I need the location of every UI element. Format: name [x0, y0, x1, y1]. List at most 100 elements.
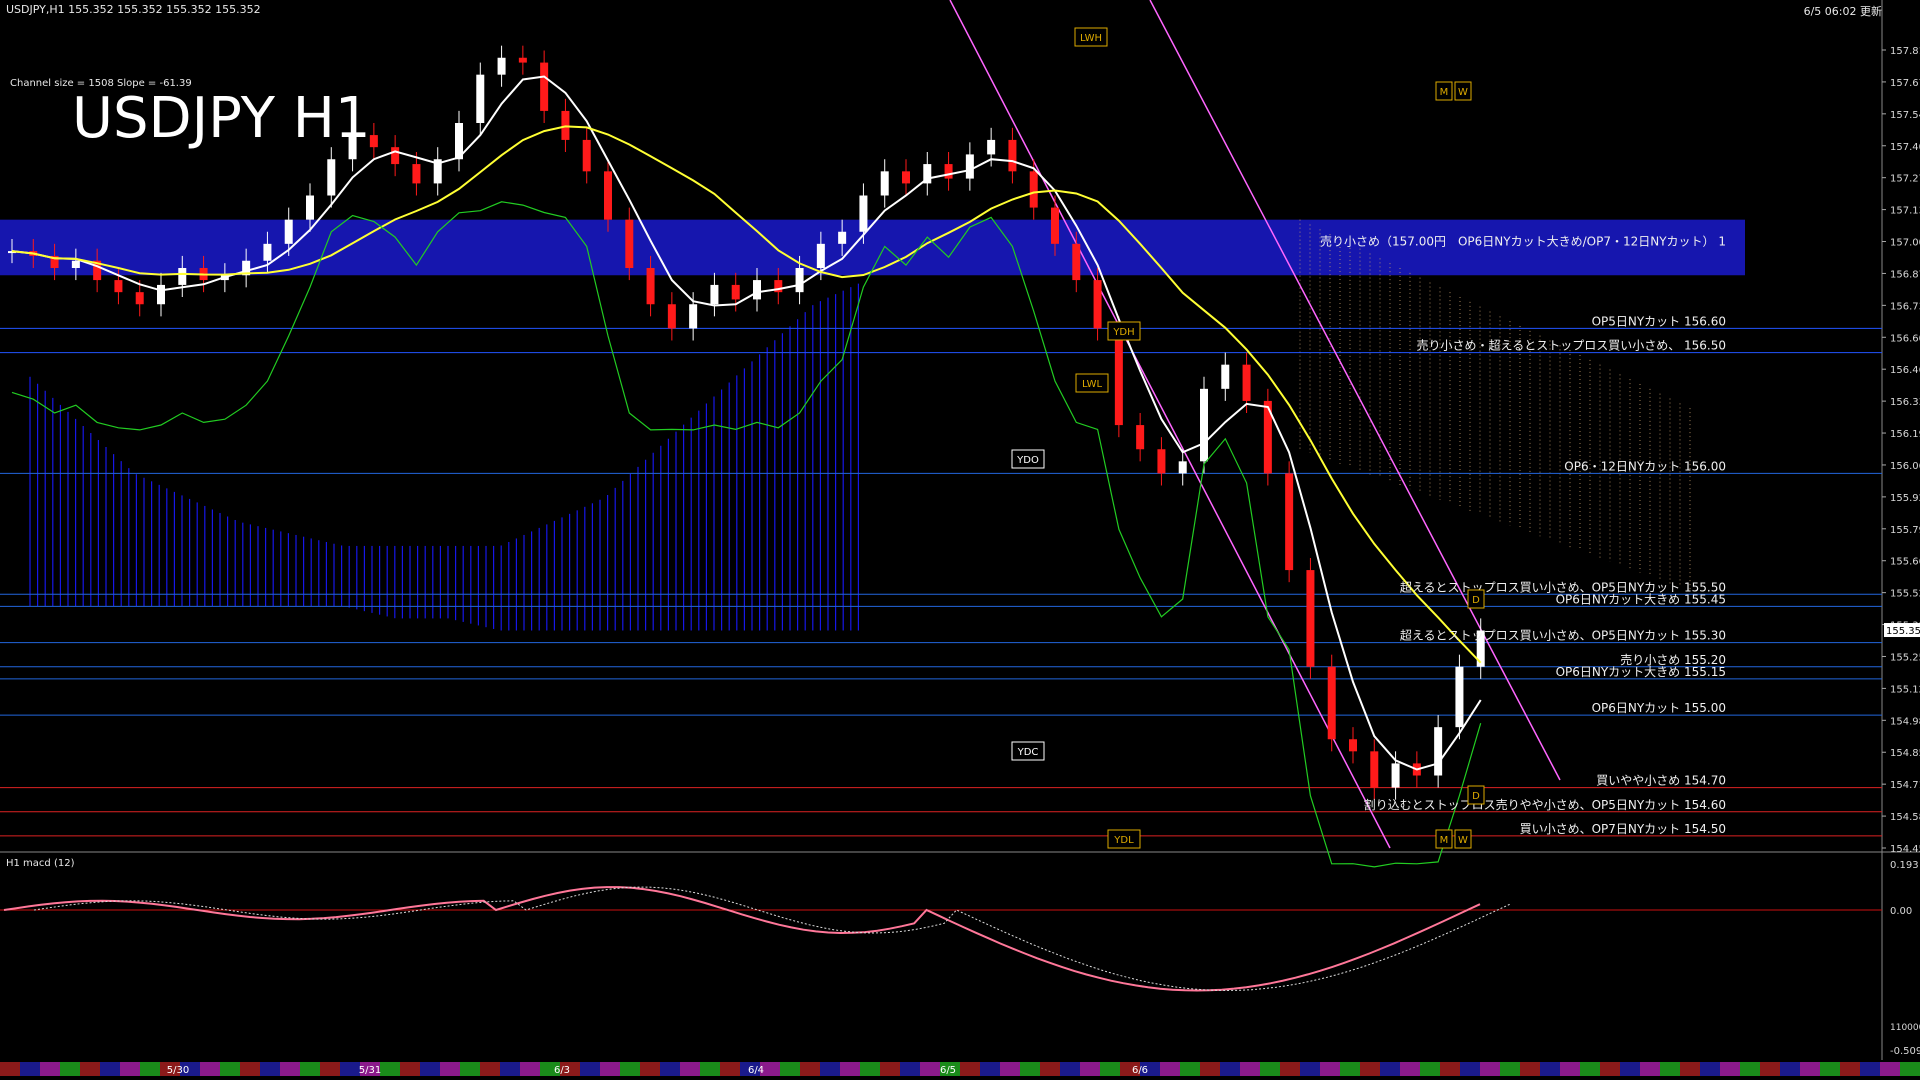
- box-label-text: YDL: [1113, 835, 1134, 846]
- y-tick-label: 157.000: [1890, 238, 1920, 249]
- candle-body: [1285, 473, 1294, 571]
- y-tick-label: 156.060: [1890, 461, 1920, 472]
- candle-body: [391, 147, 400, 165]
- level-note: 買いやや小さめ 154.70: [1596, 774, 1726, 788]
- session-strip: [1320, 1062, 1340, 1076]
- candle-body: [1221, 364, 1230, 389]
- box-label-text: M: [1440, 87, 1449, 98]
- session-strip: [780, 1062, 800, 1076]
- y-tick-label: 156.735: [1890, 301, 1920, 312]
- session-strip: [880, 1062, 900, 1076]
- y-tick-label: 154.715: [1890, 780, 1920, 791]
- session-strip: [500, 1062, 520, 1076]
- session-strip: [420, 1062, 440, 1076]
- candle-body: [731, 284, 740, 300]
- box-label-text: D: [1472, 595, 1480, 606]
- session-strip: [220, 1062, 240, 1076]
- session-strip: [680, 1062, 700, 1076]
- session-strip: [1580, 1062, 1600, 1076]
- level-note: 割り込むとストップロス売りやや小さめ、OP5日NYカット 154.60: [1364, 797, 1726, 812]
- session-strip: [200, 1062, 220, 1076]
- candle-body: [476, 74, 485, 123]
- level-note: OP5日NYカット 156.60: [1592, 314, 1726, 328]
- candle-body: [114, 280, 123, 293]
- candle-body: [1370, 751, 1379, 788]
- session-strip: [120, 1062, 140, 1076]
- candle-body: [859, 195, 868, 232]
- session-strip: [440, 1062, 460, 1076]
- box-label-text: M: [1440, 835, 1449, 846]
- box-label-text: YDH: [1112, 327, 1134, 338]
- session-strip: [1400, 1062, 1420, 1076]
- session-strip: [920, 1062, 940, 1076]
- session-strip: [1180, 1062, 1200, 1076]
- session-strip: [860, 1062, 880, 1076]
- symbol-header: USDJPY,H1 155.352 155.352 155.352 155.35…: [6, 3, 261, 16]
- candle-body: [1327, 666, 1336, 740]
- session-strip: [660, 1062, 680, 1076]
- level-note: OP6日NYカット大きめ 155.45: [1556, 592, 1726, 606]
- macd-axis-label: 0.00: [1890, 906, 1912, 917]
- session-strip: [1620, 1062, 1640, 1076]
- candle-body: [604, 171, 612, 220]
- y-tick-label: 156.465: [1890, 365, 1920, 376]
- session-strip: [960, 1062, 980, 1076]
- box-label-text: W: [1458, 87, 1468, 98]
- session-strip: [400, 1062, 420, 1076]
- candle-body: [135, 292, 144, 305]
- candle-body: [284, 219, 293, 244]
- session-strip: [1780, 1062, 1800, 1076]
- level-note: 売り小さめ（157.00円 OP6日NYカット大きめ/OP7・12日NYカット）…: [1320, 234, 1726, 249]
- session-strip: [1200, 1062, 1220, 1076]
- candle-body: [902, 171, 910, 184]
- session-strip: [1440, 1062, 1460, 1076]
- candle-body: [880, 171, 889, 196]
- session-strip: [1280, 1062, 1300, 1076]
- session-strip: [1300, 1062, 1320, 1076]
- session-strip: [80, 1062, 100, 1076]
- session-strip: [600, 1062, 620, 1076]
- session-strip: [1080, 1062, 1100, 1076]
- candle-body: [1242, 364, 1251, 401]
- y-tick-label: 155.525: [1890, 589, 1920, 600]
- session-strip: [1640, 1062, 1660, 1076]
- session-strip: [1160, 1062, 1180, 1076]
- date-label: 6/6: [1132, 1065, 1148, 1076]
- level-note: OP6日NYカット大きめ 155.15: [1556, 665, 1726, 679]
- session-strip: [1240, 1062, 1260, 1076]
- candle-body: [306, 195, 314, 220]
- y-tick-label: 154.850: [1890, 748, 1920, 759]
- session-strip: [980, 1062, 1000, 1076]
- price-chart[interactable]: 売り小さめ（157.00円 OP6日NYカット大きめ/OP7・12日NYカット）…: [0, 0, 1920, 1080]
- session-strip: [280, 1062, 300, 1076]
- candle-body: [1200, 388, 1208, 462]
- session-strip: [460, 1062, 480, 1076]
- candle-body: [944, 164, 953, 179]
- session-strip: [380, 1062, 400, 1076]
- session-strip: [580, 1062, 600, 1076]
- level-note: OP6日NYカット 155.00: [1592, 701, 1726, 715]
- candle-body: [1306, 570, 1315, 667]
- session-strip: [1680, 1062, 1700, 1076]
- date-axis: 5/30 5/31 6/3 6/4 6/5 6/6: [0, 1062, 1920, 1076]
- candle-body: [816, 243, 825, 268]
- session-strip: [1840, 1062, 1860, 1076]
- session-strip: [1600, 1062, 1620, 1076]
- candle-body: [795, 268, 804, 293]
- y-tick-label: 155.120: [1890, 684, 1920, 695]
- y-tick-label: 157.135: [1890, 206, 1920, 217]
- session-strip: [1820, 1062, 1840, 1076]
- session-strip: [1740, 1062, 1760, 1076]
- level-note: 売り小さめ・超えるとストップロス買い小さめ、 156.50: [1417, 338, 1726, 353]
- session-strip: [300, 1062, 320, 1076]
- session-strip: [100, 1062, 120, 1076]
- session-strip: [480, 1062, 500, 1076]
- session-strip: [1800, 1062, 1820, 1076]
- candle-body: [178, 268, 187, 285]
- y-tick-label: 155.925: [1890, 493, 1920, 504]
- session-strip: [1880, 1062, 1900, 1076]
- box-label-text: LWH: [1080, 33, 1102, 44]
- candle-body: [1157, 449, 1166, 474]
- session-strip: [1000, 1062, 1020, 1076]
- candle-body: [157, 284, 165, 305]
